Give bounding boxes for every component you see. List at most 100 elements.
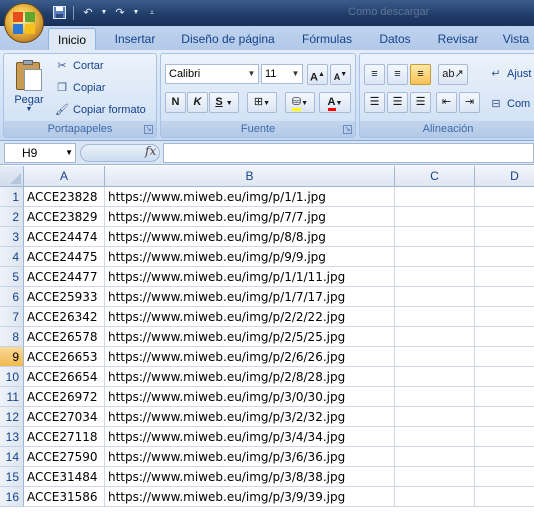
- column-header-d[interactable]: D: [475, 166, 534, 187]
- row-header[interactable]: 5: [0, 267, 24, 287]
- cell-code[interactable]: ACCE31586: [24, 487, 105, 507]
- cell-url[interactable]: https://www.miweb.eu/img/p/3/0/30.jpg: [105, 387, 395, 407]
- cell-empty[interactable]: [475, 227, 534, 247]
- row-header[interactable]: 7: [0, 307, 24, 327]
- tab-inicio[interactable]: Inicio: [48, 28, 96, 50]
- cell-code[interactable]: ACCE31484: [24, 467, 105, 487]
- row-header[interactable]: 1: [0, 187, 24, 207]
- clipboard-launcher-icon[interactable]: ↘: [144, 125, 153, 134]
- save-icon[interactable]: [50, 4, 68, 21]
- cell-empty[interactable]: [475, 427, 534, 447]
- align-bottom-button[interactable]: ≡: [410, 64, 431, 85]
- cell-empty[interactable]: [475, 207, 534, 227]
- column-header-a[interactable]: A: [24, 166, 105, 187]
- cell-url[interactable]: https://www.miweb.eu/img/p/2/8/28.jpg: [105, 367, 395, 387]
- cell-empty[interactable]: [395, 467, 475, 487]
- row-header[interactable]: 10: [0, 367, 24, 387]
- cell-code[interactable]: ACCE26654: [24, 367, 105, 387]
- cell-code[interactable]: ACCE24477: [24, 267, 105, 287]
- cell-empty[interactable]: [395, 447, 475, 467]
- italic-button[interactable]: K: [187, 92, 208, 113]
- row-header[interactable]: 3: [0, 227, 24, 247]
- cell-code[interactable]: ACCE27118: [24, 427, 105, 447]
- cell-empty[interactable]: [395, 227, 475, 247]
- column-header-b[interactable]: B: [105, 166, 395, 187]
- cell-empty[interactable]: [395, 327, 475, 347]
- align-top-button[interactable]: ≡: [364, 64, 385, 85]
- cell-empty[interactable]: [395, 487, 475, 507]
- cell-empty[interactable]: [395, 347, 475, 367]
- cut-button[interactable]: ✂ Cortar: [54, 56, 103, 76]
- cell-url[interactable]: https://www.miweb.eu/img/p/1/1.jpg: [105, 187, 395, 207]
- tab-revisar[interactable]: Revisar: [432, 28, 484, 50]
- font-color-button[interactable]: A▼: [319, 92, 351, 113]
- cell-url[interactable]: https://www.miweb.eu/img/p/3/8/38.jpg: [105, 467, 395, 487]
- cell-empty[interactable]: [395, 187, 475, 207]
- cell-code[interactable]: ACCE26578: [24, 327, 105, 347]
- cell-empty[interactable]: [395, 267, 475, 287]
- cell-url[interactable]: https://www.miweb.eu/img/p/7/7.jpg: [105, 207, 395, 227]
- cell-empty[interactable]: [475, 367, 534, 387]
- row-header[interactable]: 12: [0, 407, 24, 427]
- cell-empty[interactable]: [475, 247, 534, 267]
- copy-button[interactable]: ❐ Copiar: [54, 78, 105, 98]
- insert-function-icon[interactable]: fx: [145, 144, 156, 158]
- align-middle-button[interactable]: ≡: [387, 64, 408, 85]
- merge-button[interactable]: ⊟ Com: [488, 94, 530, 114]
- cell-empty[interactable]: [475, 447, 534, 467]
- paste-dropdown-icon[interactable]: ▼: [10, 106, 48, 114]
- cell-url[interactable]: https://www.miweb.eu/img/p/3/2/32.jpg: [105, 407, 395, 427]
- row-header[interactable]: 2: [0, 207, 24, 227]
- paste-button[interactable]: Pegar ▼: [10, 58, 48, 122]
- cell-empty[interactable]: [395, 287, 475, 307]
- cell-empty[interactable]: [395, 367, 475, 387]
- font-launcher-icon[interactable]: ↘: [343, 125, 352, 134]
- row-header[interactable]: 15: [0, 467, 24, 487]
- borders-button[interactable]: ⊞▼: [247, 92, 277, 113]
- cell-empty[interactable]: [475, 187, 534, 207]
- bold-button[interactable]: N: [165, 92, 186, 113]
- cell-code[interactable]: ACCE23828: [24, 187, 105, 207]
- cell-empty[interactable]: [395, 427, 475, 447]
- tab-vista[interactable]: Vista: [496, 28, 534, 50]
- cell-url[interactable]: https://www.miweb.eu/img/p/8/8.jpg: [105, 227, 395, 247]
- cell-url[interactable]: https://www.miweb.eu/img/p/2/5/25.jpg: [105, 327, 395, 347]
- row-header[interactable]: 8: [0, 327, 24, 347]
- name-box[interactable]: H9 ▼: [4, 143, 76, 163]
- row-header[interactable]: 9: [0, 347, 24, 367]
- cell-code[interactable]: ACCE24474: [24, 227, 105, 247]
- increase-indent-button[interactable]: ⇥: [459, 92, 480, 113]
- align-left-button[interactable]: ☰: [364, 92, 385, 113]
- cell-empty[interactable]: [395, 387, 475, 407]
- cell-empty[interactable]: [475, 307, 534, 327]
- cell-code[interactable]: ACCE27034: [24, 407, 105, 427]
- cell-code[interactable]: ACCE25933: [24, 287, 105, 307]
- align-center-button[interactable]: ☰: [387, 92, 408, 113]
- fill-color-button[interactable]: ⛁▼: [285, 92, 315, 113]
- cell-empty[interactable]: [475, 467, 534, 487]
- tab-insertar[interactable]: Insertar: [106, 28, 164, 50]
- cell-code[interactable]: ACCE26653: [24, 347, 105, 367]
- row-header[interactable]: 14: [0, 447, 24, 467]
- cell-empty[interactable]: [475, 267, 534, 287]
- tab-formulas[interactable]: Fórmulas: [296, 28, 358, 50]
- redo-dropdown-icon[interactable]: ▼: [132, 4, 140, 21]
- orientation-button[interactable]: ab↗: [438, 64, 468, 85]
- redo-icon[interactable]: ↷: [111, 4, 129, 21]
- cell-empty[interactable]: [475, 387, 534, 407]
- cell-code[interactable]: ACCE26342: [24, 307, 105, 327]
- cell-url[interactable]: https://www.miweb.eu/img/p/9/9.jpg: [105, 247, 395, 267]
- cell-code[interactable]: ACCE24475: [24, 247, 105, 267]
- tab-datos[interactable]: Datos: [372, 28, 418, 50]
- cell-empty[interactable]: [395, 307, 475, 327]
- row-header[interactable]: 13: [0, 427, 24, 447]
- undo-icon[interactable]: ↶: [79, 4, 97, 21]
- cell-empty[interactable]: [395, 247, 475, 267]
- cell-empty[interactable]: [475, 287, 534, 307]
- chevron-down-icon[interactable]: ▼: [65, 144, 73, 162]
- row-header[interactable]: 16: [0, 487, 24, 507]
- cell-url[interactable]: https://www.miweb.eu/img/p/3/9/39.jpg: [105, 487, 395, 507]
- cell-empty[interactable]: [475, 347, 534, 367]
- cell-code[interactable]: ACCE23829: [24, 207, 105, 227]
- wrap-text-button[interactable]: ↵ Ajust: [488, 64, 531, 84]
